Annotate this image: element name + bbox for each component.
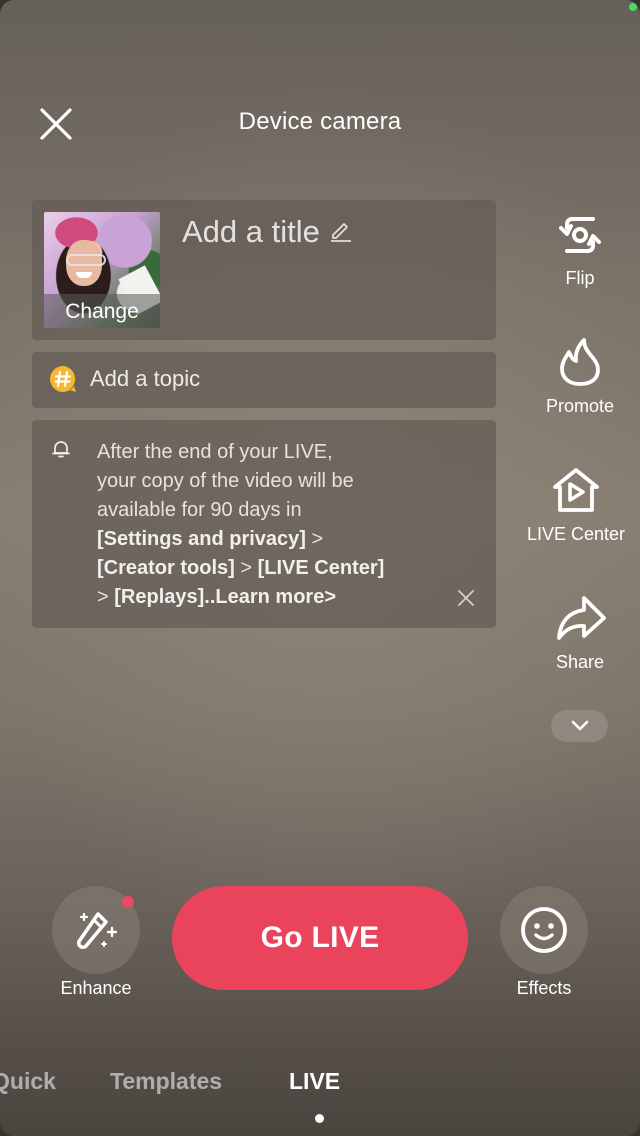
replay-notice-text: After the end of your LIVE, your copy of…	[97, 438, 437, 612]
change-cover-button[interactable]: Change	[44, 300, 160, 324]
title-card: Change Add a title	[32, 200, 496, 340]
live-center-label: LIVE Center	[526, 524, 626, 544]
bell-icon	[52, 441, 70, 458]
topic-card[interactable]: Add a topic	[32, 352, 496, 408]
tab-live[interactable]: LIVE	[289, 1068, 340, 1095]
effects-button[interactable]	[500, 886, 588, 974]
tab-templates[interactable]: Templates	[110, 1068, 222, 1095]
magic-wand-icon	[76, 912, 118, 950]
active-tab-indicator	[315, 1114, 324, 1123]
go-live-button[interactable]: Go LIVE	[172, 886, 468, 990]
path-settings: [Settings and privacy]	[97, 528, 306, 550]
path-live-center: [LIVE Center]	[257, 557, 385, 579]
flip-button[interactable]: Flip	[520, 206, 640, 289]
share-arrow-icon	[557, 596, 606, 640]
promote-button[interactable]: Promote	[520, 334, 640, 417]
flame-icon	[560, 338, 600, 386]
add-topic-label: Add a topic	[90, 366, 201, 391]
effects-label: Effects	[516, 978, 572, 998]
enhance-label: Enhance	[60, 978, 132, 998]
hashtag-bubble-icon	[50, 366, 76, 392]
live-setup-screen: Device camera Change Add a title Add a t…	[0, 0, 640, 1136]
path-separator: >	[234, 557, 258, 579]
share-label: Share	[555, 652, 605, 672]
learn-more-link[interactable]: ..Learn more>	[204, 586, 336, 608]
more-options-button[interactable]	[551, 710, 608, 742]
cover-image[interactable]: Change	[44, 212, 160, 328]
title-placeholder: Add a title	[182, 214, 320, 249]
close-icon[interactable]	[456, 588, 476, 608]
share-button[interactable]: Share	[520, 590, 640, 673]
chevron-down-icon	[571, 720, 588, 731]
notice-line-2: your copy of the video will be	[97, 470, 354, 492]
cover-photo-glasses	[66, 254, 106, 266]
promote-label: Promote	[545, 396, 615, 416]
live-center-button[interactable]: LIVE Center	[516, 462, 636, 545]
smiley-face-icon	[521, 907, 567, 953]
pencil-icon	[330, 223, 351, 242]
title-input[interactable]: Add a title	[182, 214, 354, 250]
flip-label: Flip	[565, 268, 595, 288]
flip-camera-icon	[559, 217, 601, 253]
path-separator: >	[97, 586, 115, 608]
live-center-house-icon	[553, 468, 599, 512]
path-replays: [Replays]	[114, 586, 205, 608]
notice-line-3: available for 90 days in	[97, 499, 302, 521]
tab-quick[interactable]: Quick	[0, 1068, 56, 1095]
add-topic-button[interactable]: Add a topic	[48, 364, 200, 394]
page-title: Device camera	[238, 108, 402, 135]
path-creator-tools: [Creator tools]	[97, 557, 235, 579]
replay-notice-card: After the end of your LIVE, your copy of…	[32, 420, 496, 628]
camera-in-use-indicator	[629, 3, 637, 11]
notice-line-1: After the end of your LIVE,	[97, 441, 333, 463]
path-separator: >	[305, 528, 324, 550]
enhance-notification-dot	[122, 896, 134, 908]
